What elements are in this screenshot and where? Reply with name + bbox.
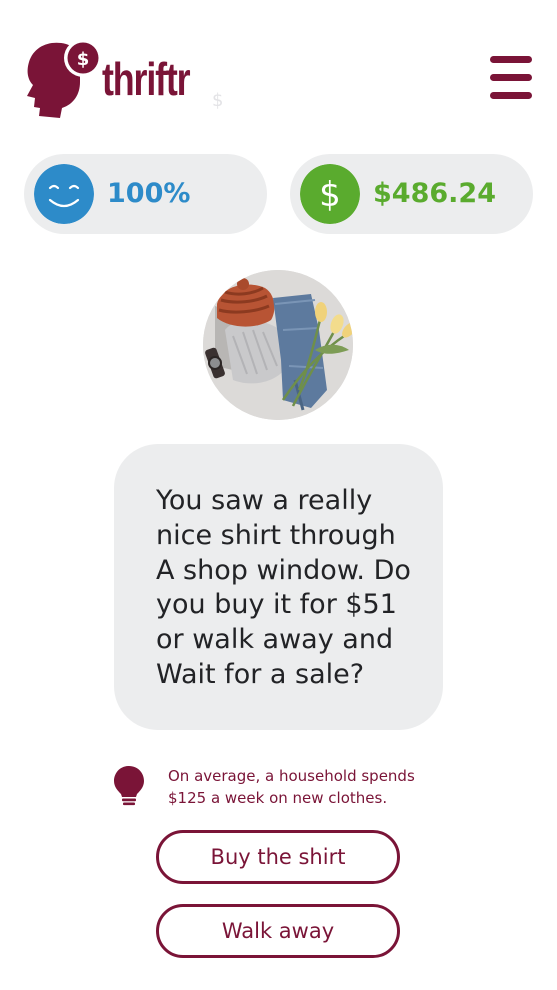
- happiness-value: 100%: [107, 178, 191, 209]
- question-bubble: You saw a really nice shirt through A sh…: [114, 444, 443, 730]
- app-logo: $ thriftr: [22, 36, 197, 120]
- svg-text:$: $: [319, 175, 341, 215]
- menu-bar-middle: [490, 74, 532, 81]
- svg-text:$: $: [77, 49, 90, 70]
- question-line: You saw a really: [156, 485, 373, 516]
- question-line: Wait for a sale?: [156, 658, 365, 690]
- menu-bar-bottom: [490, 92, 532, 99]
- walk-away-button[interactable]: Walk away: [156, 904, 400, 958]
- folded-clothes-with-tulips-photo: [203, 270, 353, 420]
- tip-text: On average, a household spends $125 a we…: [168, 765, 468, 809]
- question-line: or walk away and: [156, 624, 394, 656]
- question-line: you buy it for $51: [156, 589, 397, 621]
- scenario-question: You saw a really nice shirt through A sh…: [156, 484, 436, 693]
- tip-line: On average, a household spends: [168, 767, 415, 785]
- smiley-face-icon: [34, 164, 94, 224]
- brand-name: thriftr: [102, 53, 191, 105]
- buy-shirt-button[interactable]: Buy the shirt: [156, 830, 400, 884]
- tip: On average, a household spends $125 a we…: [112, 764, 532, 810]
- scenario-photo: [203, 270, 353, 420]
- background-dollar-glyph: $: [212, 90, 224, 111]
- dollar-sign-icon: $: [300, 164, 360, 224]
- question-line: nice shirt through: [156, 519, 396, 551]
- hamburger-menu-icon[interactable]: [490, 56, 532, 100]
- happiness-stat: 100%: [24, 154, 267, 234]
- head-with-coin-icon: $: [27, 39, 102, 118]
- money-stat: $ $486.24: [290, 154, 533, 234]
- lightbulb-icon: [114, 766, 144, 806]
- menu-bar-top: [490, 56, 532, 63]
- tip-line: $125 a week on new clothes.: [168, 789, 388, 807]
- money-value: $486.24: [373, 178, 496, 209]
- question-line: A shop window. Do: [156, 554, 411, 586]
